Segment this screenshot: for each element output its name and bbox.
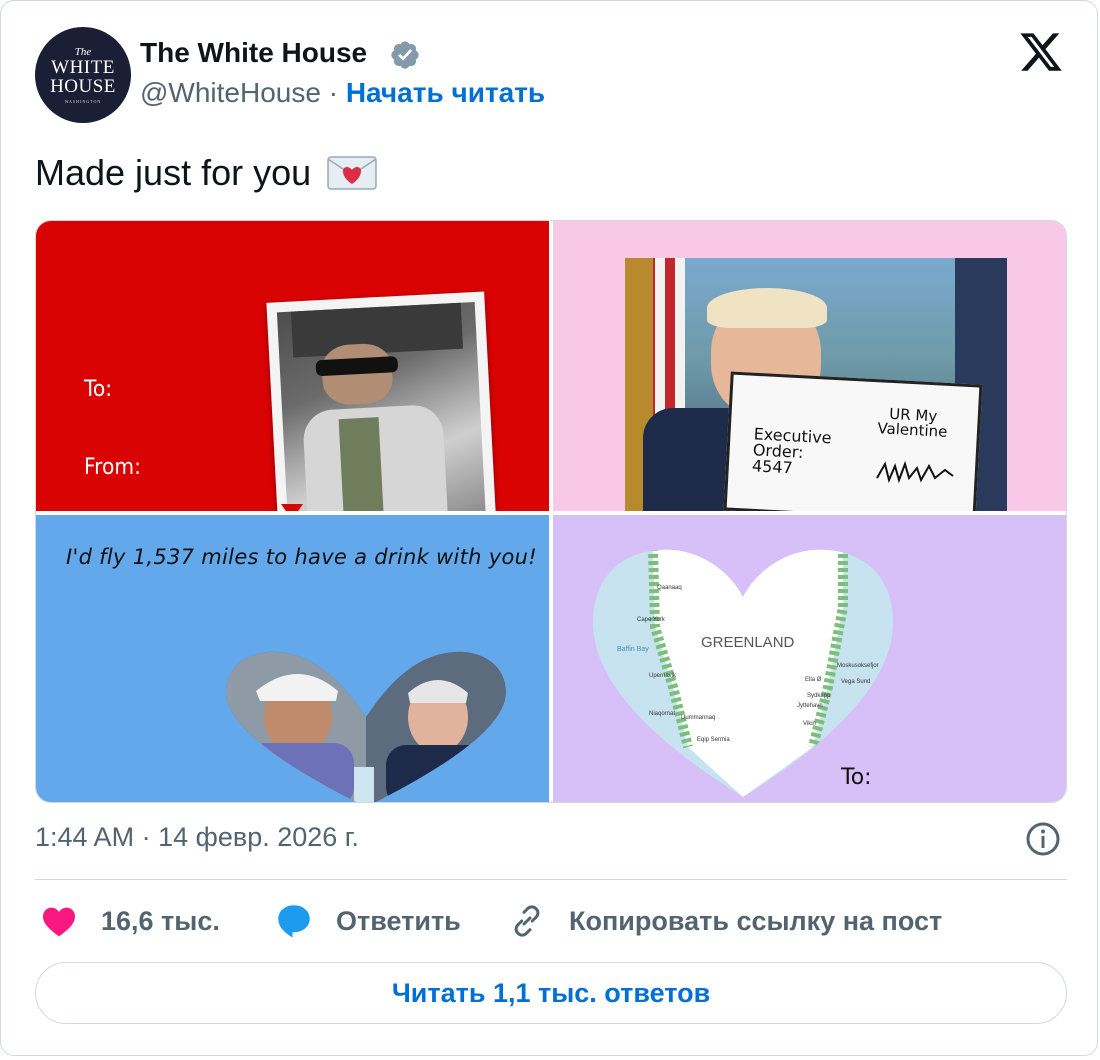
reply-button[interactable]: Ответить — [276, 899, 461, 943]
love-letter-icon — [327, 156, 377, 190]
map-place-label: Sydkapp — [807, 693, 831, 699]
from-label: From: — [84, 455, 141, 480]
like-button[interactable]: 16,6 тыс. — [41, 899, 220, 943]
post-text: Made just for you — [35, 151, 377, 195]
map-place-label: Niaqornat — [649, 711, 675, 717]
greenland-map-heart: GREENLAND Qaanaaq Cape York Baffin Bay U… — [593, 549, 893, 797]
post-time: 1:44 AM — [35, 822, 135, 852]
map-place-label: Jyttehavn — [797, 703, 823, 709]
map-place-label: Moskusoksefjor — [837, 663, 879, 669]
valentine-card-pink[interactable]: Executive Order: 4547 UR My Valentine — [553, 221, 1066, 511]
handle-line: @WhiteHouse · Начать читать — [140, 75, 545, 111]
info-icon[interactable] — [1025, 821, 1061, 857]
copy-link-label: Копировать ссылку на пост — [569, 905, 943, 936]
map-place-label: Cape York — [637, 617, 666, 623]
avatar[interactable]: The WHITE HOUSE WASHINGTON — [35, 27, 131, 123]
reply-label: Ответить — [336, 905, 461, 936]
map-place-label: Baffin Bay — [617, 646, 649, 653]
avatar-logo-text: WHITE — [51, 57, 115, 78]
map-place-label: Qaanaaq — [657, 585, 682, 591]
reply-bubble-icon — [278, 905, 310, 938]
to-label: To: — [841, 765, 872, 790]
avatar-logo-text: HOUSE — [50, 76, 116, 97]
read-replies-label: Читать 1,1 тыс. ответов — [391, 977, 711, 1008]
separator-dot: · — [328, 77, 339, 108]
post-timestamp[interactable]: 1:44 AM · 14 февр. 2026 г. — [35, 821, 359, 853]
card-photo — [266, 291, 496, 511]
card-caption: I'd fly 1,537 miles to have a drink with… — [66, 545, 537, 569]
heart-icon — [43, 907, 75, 937]
valentine-card-red[interactable]: To: From: — [36, 221, 549, 511]
avatar-logo-text: WASHINGTON — [64, 99, 102, 104]
follow-button[interactable]: Начать читать — [346, 77, 545, 108]
embedded-post-card: The WHITE HOUSE WASHINGTON The White Hou… — [0, 0, 1098, 1056]
card-photo: Executive Order: 4547 UR My Valentine — [625, 258, 1007, 511]
copy-link-button[interactable]: Копировать ссылку на пост — [509, 899, 942, 943]
account-name[interactable]: The White House — [140, 35, 367, 71]
read-replies-button[interactable]: Читать 1,1 тыс. ответов — [35, 962, 1067, 1024]
valentine-card-blue[interactable]: I'd fly 1,537 miles to have a drink with… — [36, 515, 549, 802]
map-place-label: Eqip Sermia — [697, 737, 730, 743]
map-title: GREENLAND — [701, 634, 795, 651]
like-count: 16,6 тыс. — [101, 905, 220, 936]
post-text-content: Made just for you — [35, 152, 312, 193]
map-place-label: Vega Sund — [841, 679, 870, 685]
valentine-card-purple[interactable]: GREENLAND Qaanaaq Cape York Baffin Bay U… — [553, 515, 1066, 802]
x-logo-icon[interactable] — [1017, 29, 1065, 75]
map-place-label: Ella Ø — [805, 677, 822, 683]
account-handle[interactable]: @WhiteHouse — [140, 77, 321, 108]
photo-image — [276, 301, 486, 511]
heart-photo — [226, 651, 506, 802]
post-date: 14 февр. 2026 г. — [158, 822, 359, 852]
verified-badge-icon — [391, 41, 419, 69]
map-place-label: Uummannaq — [681, 715, 715, 721]
map-place-label: Vikin — [803, 721, 816, 727]
link-icon — [514, 905, 540, 937]
divider — [35, 879, 1067, 880]
map-place-label: Upernavik — [649, 673, 677, 679]
separator-dot: · — [141, 822, 151, 852]
to-label: To: — [84, 377, 113, 402]
signature-icon — [876, 460, 954, 484]
heart-icon — [281, 504, 303, 511]
media-grid[interactable]: To: From: Executive Order: 4547 UR My Va… — [35, 220, 1067, 803]
